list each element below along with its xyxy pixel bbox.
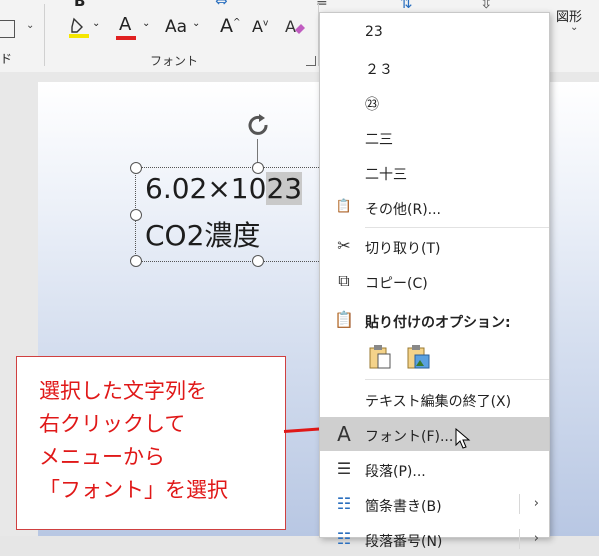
- spacing-icon[interactable]: ⇔: [215, 0, 228, 10]
- menu-separator: [365, 379, 549, 380]
- menu-item-label: コピー(C): [365, 276, 428, 292]
- paste-picture-icon[interactable]: [406, 344, 430, 370]
- selected-text: 23: [266, 172, 303, 205]
- menu-item-number-format[interactable]: 23: [320, 15, 549, 49]
- bullets-icon: ☷: [336, 494, 352, 513]
- font-color-letter: A: [119, 14, 132, 35]
- chevron-right-icon[interactable]: ›: [534, 496, 539, 511]
- chevron-down-icon[interactable]: ⌄: [248, 0, 256, 3]
- shrink-font-letter: A: [252, 17, 263, 36]
- font-color-button[interactable]: A: [115, 14, 137, 42]
- ribbon-icon-partial[interactable]: ⇅: [400, 0, 413, 12]
- paste-icon: 📋: [334, 310, 354, 329]
- menu-item-label: ２３: [365, 62, 393, 78]
- layout-icon[interactable]: [0, 20, 15, 38]
- submenu-separator: [519, 529, 520, 549]
- text-line-1[interactable]: 6.02×1023: [145, 172, 303, 205]
- menu-item-copy[interactable]: ⧉ コピー(C): [320, 264, 549, 298]
- context-menu: 23 ２３ ㉓ 二三 二十三 📋 その他(R)... ✂ 切り取り(T) ⧉ コ…: [319, 12, 550, 550]
- menu-item-label: フォント(F)...: [365, 429, 454, 445]
- resize-handle[interactable]: [252, 255, 264, 267]
- grow-font-button[interactable]: A^: [220, 15, 241, 37]
- menu-item-number-format[interactable]: ㉓: [320, 85, 549, 119]
- chevron-down-icon[interactable]: ⌄: [570, 22, 578, 33]
- chevron-down-icon[interactable]: ⌄: [92, 18, 100, 29]
- menu-item-label: 段落(P)...: [365, 464, 426, 480]
- menu-item-number-format[interactable]: 二三: [320, 120, 549, 154]
- mouse-cursor-icon: [455, 428, 471, 449]
- menu-item-paste-options: 📋 貼り付けのオプション:: [320, 303, 549, 337]
- copy-icon: ⧉: [338, 271, 350, 290]
- instruction-callout: 選択した文字列を 右クリックして メニューから 「フォント」を選択: [16, 356, 286, 530]
- callout-text: 選択した文字列を 右クリックして メニューから 「フォント」を選択: [39, 379, 228, 502]
- paragraph-icon: ☰: [336, 459, 352, 478]
- resize-handle[interactable]: [130, 162, 142, 174]
- menu-item-font[interactable]: A フォント(F)...: [320, 417, 549, 451]
- menu-separator: [365, 227, 549, 228]
- resize-handle[interactable]: [130, 209, 142, 221]
- menu-item-paragraph[interactable]: ☰ 段落(P)...: [320, 452, 549, 486]
- menu-item-more[interactable]: 📋 その他(R)...: [320, 190, 549, 224]
- group-separator: [44, 4, 45, 66]
- chevron-right-icon[interactable]: ›: [534, 531, 539, 546]
- ribbon-icon-partial[interactable]: ⇳: [480, 0, 493, 12]
- menu-item-cut[interactable]: ✂ 切り取り(T): [320, 229, 549, 263]
- submenu-separator: [519, 494, 520, 514]
- menu-item-label: 切り取り(T): [365, 241, 441, 257]
- numbering-icon: ☷: [336, 529, 352, 548]
- highlight-button[interactable]: [68, 16, 90, 40]
- paste-keep-formatting-icon[interactable]: [368, 344, 392, 370]
- menu-item-label: 二十三: [365, 167, 407, 183]
- clear-formatting-button[interactable]: A: [283, 16, 307, 38]
- font-color-bar: [116, 36, 136, 40]
- scissors-icon: ✂: [337, 236, 351, 255]
- chevron-down-icon[interactable]: ⌄: [192, 18, 200, 29]
- text-line-2[interactable]: CO2濃度: [145, 214, 260, 254]
- text-plain: 6.02×10: [145, 172, 267, 205]
- menu-item-label: その他(R)...: [365, 202, 442, 218]
- menu-item-number-format[interactable]: ２３: [320, 50, 549, 84]
- menu-item-label: テキスト編集の終了(X): [365, 394, 512, 410]
- dialog-launcher-icon[interactable]: [306, 56, 316, 66]
- highlighter-icon: [69, 17, 89, 38]
- menu-item-label: 23: [365, 24, 383, 40]
- svg-text:A: A: [285, 17, 296, 36]
- menu-item-label: 貼り付けのオプション:: [365, 315, 511, 331]
- menu-item-label: 段落番号(N): [365, 534, 443, 550]
- resize-handle[interactable]: [130, 255, 142, 267]
- font-group-label: フォント: [150, 54, 199, 68]
- menu-item-label: ㉓: [365, 97, 379, 113]
- bold-button[interactable]: B: [74, 0, 85, 10]
- eraser-icon: A: [285, 17, 305, 36]
- shrink-font-button[interactable]: Av: [252, 17, 268, 36]
- ribbon-left-fragment: ド: [0, 52, 13, 66]
- menu-item-exit-edit[interactable]: テキスト編集の終了(X): [320, 382, 549, 416]
- menu-item-number-format[interactable]: 二十三: [320, 155, 549, 189]
- rotate-icon[interactable]: [244, 112, 272, 140]
- menu-item-bullets[interactable]: ☷ 箇条書き(B) ›: [320, 487, 549, 521]
- more-icon: 📋: [335, 199, 353, 214]
- change-case-button[interactable]: Aa: [165, 17, 187, 37]
- grow-font-letter: A: [220, 15, 233, 37]
- chevron-down-icon[interactable]: ⌄: [142, 18, 150, 29]
- menu-item-label: 箇条書き(B): [365, 499, 442, 515]
- font-icon: A: [337, 422, 351, 446]
- menu-item-label: 二三: [365, 132, 393, 148]
- menu-item-numbering[interactable]: ☷ 段落番号(N) ›: [320, 522, 549, 556]
- chevron-down-icon[interactable]: ⌄: [26, 20, 34, 31]
